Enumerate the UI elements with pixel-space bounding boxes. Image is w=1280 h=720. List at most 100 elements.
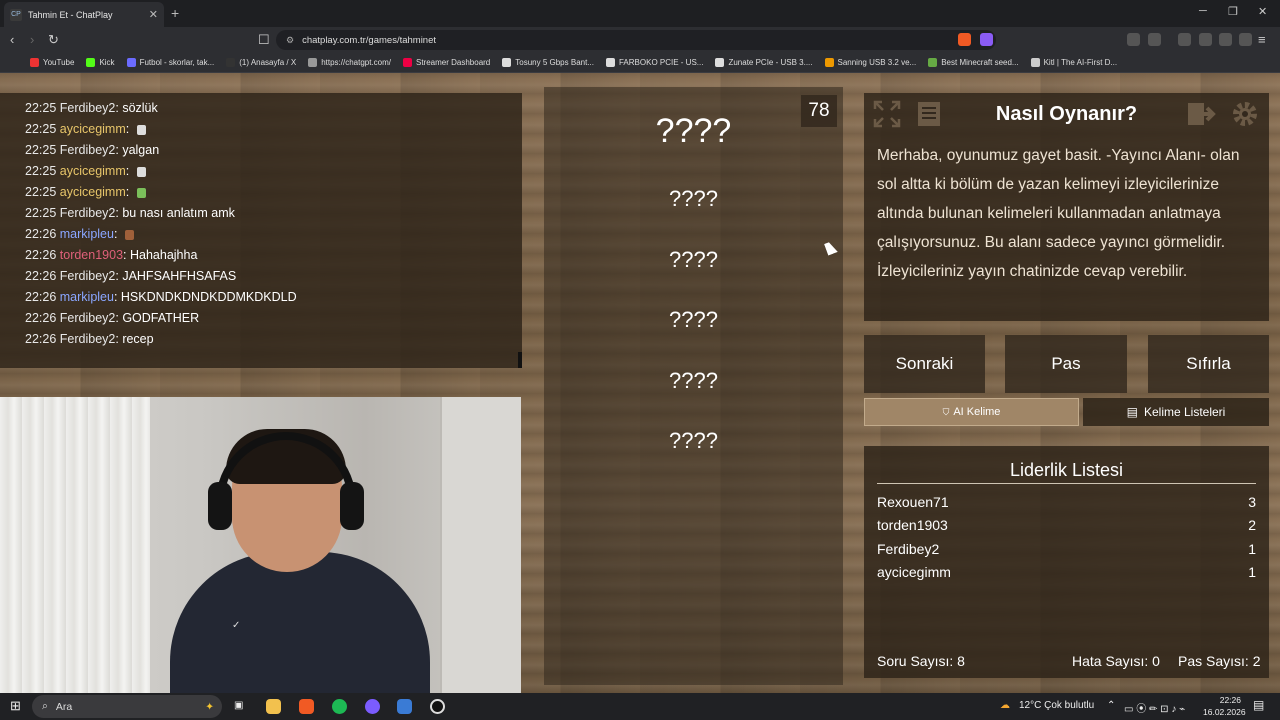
spotify-icon[interactable] [332,699,347,714]
next-button[interactable]: Sonraki [864,335,985,393]
bookmark-label: Streamer Dashboard [416,58,491,67]
bookmark-item[interactable]: FARBOKO PCIE - US... [605,58,703,67]
chat-username[interactable]: Ferdibey2 [60,269,116,283]
chat-text: HSKDNDKDNDKDDMKDKDLD [120,290,297,304]
clock-time[interactable]: 22:26 [1203,695,1241,705]
chat-username[interactable]: Ferdibey2 [60,101,116,115]
curtain [0,397,150,693]
restore-icon[interactable]: ❐ [1228,5,1238,18]
obs-like-icon[interactable] [397,699,412,714]
sidebar-icon[interactable] [1178,33,1191,46]
bookmarks-bar: YouTube Kick Futbol - skorlar, tak... (1) A… [0,53,1280,73]
tray-icons[interactable]: ▭ ⦿ ✏ ⊡ ♪ ⌁ [1124,700,1185,715]
bookmark-item[interactable]: https://chatgpt.com/ [308,58,391,67]
leaderboard-row: aycicegimm 1 [877,564,1256,580]
chat-username[interactable]: markipleu [60,227,114,241]
reload-icon[interactable]: ↻ [48,32,59,48]
task-view-icon[interactable]: ▣ [234,700,243,711]
bookmark-item[interactable]: Futbol - skorlar, tak... [126,58,214,67]
bookmark-favicon-icon [928,58,938,67]
back-icon[interactable]: ‹ [10,32,14,47]
forward-icon[interactable]: › [30,32,34,47]
chat-time: 22:26 [25,311,57,325]
bookmark-item[interactable]: (1) Anasayfa / X [226,58,296,67]
sparkle-icon: ✦ [205,700,214,713]
clock-date[interactable]: 16.02.2026 [1203,707,1246,717]
bookmark-label: Kitl | The AI-First D... [1043,58,1118,67]
brave-shields-icon[interactable] [958,33,971,46]
bookmark-label: YouTube [43,58,75,67]
bookmark-item[interactable]: Kick [86,58,115,67]
chat-username[interactable]: markipleu [60,290,114,304]
menu-icon[interactable]: ≡ [1258,32,1266,47]
new-tab-icon[interactable]: + [171,5,179,21]
bookmark-favicon-icon [403,58,412,67]
close-tab-icon[interactable]: ✕ [149,8,158,21]
site-info-icon[interactable]: ⚙ [286,35,294,46]
notification-icon[interactable]: ▤ [1253,698,1264,712]
obs-icon[interactable] [430,699,445,714]
address-bar[interactable]: ⚙ chatplay.com.tr/games/tahminet [276,30,996,50]
bookmark-item[interactable]: Kitl | The AI-First D... [1030,58,1118,67]
chat-emote-icon [136,124,146,135]
extensions-icon[interactable] [1127,33,1140,46]
browser-tab[interactable]: CP Tahmin Et - ChatPlay ✕ [4,2,164,27]
brave-browser-icon[interactable] [299,699,314,714]
exit-icon[interactable] [1184,97,1218,131]
windows-taskbar: ⊞ ⌕ Ara ✦ ▣ ☁ 12°C Çok bulutlu ⌃ ▭ ⦿ ✏ ⊡… [0,693,1280,720]
bookmark-favicon-icon [605,58,615,67]
weather-text[interactable]: 12°C Çok bulutlu [1019,700,1094,711]
chat-message: 22:25 Ferdibey2: bu nası anlatım amk [25,206,235,220]
bookmark-item[interactable]: Sanning USB 3.2 ve... [824,58,916,67]
chat-username[interactable]: Ferdibey2 [60,143,116,157]
forbidden-word: ???? [669,307,718,332]
bookmark-favicon-icon [308,58,318,67]
wallet-icon[interactable] [1148,33,1161,46]
bookmark-item[interactable]: Zunate PCIe - USB 3.... [715,58,813,67]
minimize-icon[interactable]: ─ [1199,5,1207,17]
wallet-icon-2[interactable] [1199,33,1212,46]
bookmark-item[interactable]: Streamer Dashboard [403,58,490,67]
bookmark-favicon-icon [30,58,39,67]
ai-word-tab[interactable]: ⛉ AI Kelime [864,398,1079,426]
leaderboard-name: aycicegimm [877,563,951,580]
leaderboard-name: Ferdibey2 [877,540,940,557]
error-count: Hata Sayısı: 0 [1072,653,1160,669]
taskbar-search[interactable]: ⌕ Ara ✦ [32,695,222,718]
chat-username[interactable]: torden1903 [60,248,123,262]
reset-button[interactable]: Sıfırla [1148,335,1269,393]
word-lists-tab[interactable]: ▤ Kelime Listeleri [1083,398,1269,426]
chat-text: JAHFSAHFHSAFAS [122,269,237,283]
chat-message: 22:25 aycicegimm: [25,122,146,136]
tray-expand-icon[interactable]: ⌃ [1107,700,1115,711]
bookmark-item[interactable]: Best Minecraft seed... [928,58,1019,67]
bookmark-item[interactable]: YouTube [30,58,74,67]
settings-gear-icon[interactable] [1228,97,1262,131]
bookmark-favicon-icon [824,58,834,67]
chat-username[interactable]: Ferdibey2 [60,206,116,220]
close-window-icon[interactable]: ✕ [1258,5,1267,18]
chat-username[interactable]: Ferdibey2 [60,332,116,346]
pass-button[interactable]: Pas [1005,335,1127,393]
bookmark-item[interactable]: Tosuny 5 Gbps Bant... [502,58,594,67]
bookmark-label: Best Minecraft seed... [941,58,1019,67]
chat-emote-icon [136,187,146,198]
chat-username[interactable]: aycicegimm [60,185,126,199]
chat-username[interactable]: aycicegimm [60,164,126,178]
discord-icon[interactable] [365,699,380,714]
leo-icon[interactable] [1219,33,1232,46]
chat-username[interactable]: Ferdibey2 [60,311,116,325]
bookmark-favicon-icon [715,58,725,67]
vpn-icon[interactable] [1239,33,1252,46]
brave-rewards-icon[interactable] [980,33,993,46]
leaderboard-score: 3 [1248,494,1256,510]
chat-username[interactable]: aycicegimm [60,122,126,136]
file-explorer-icon[interactable] [266,699,281,714]
bookmark-icon[interactable]: ☐ [258,32,270,48]
chat-scrollbar[interactable] [518,352,522,368]
windows-start-icon[interactable]: ⊞ [10,698,21,714]
webcam-feed: ✓ [0,397,521,693]
bookmark-favicon-icon [86,58,96,67]
chat-time: 22:25 [25,185,57,199]
search-icon: ⌕ [42,700,48,712]
